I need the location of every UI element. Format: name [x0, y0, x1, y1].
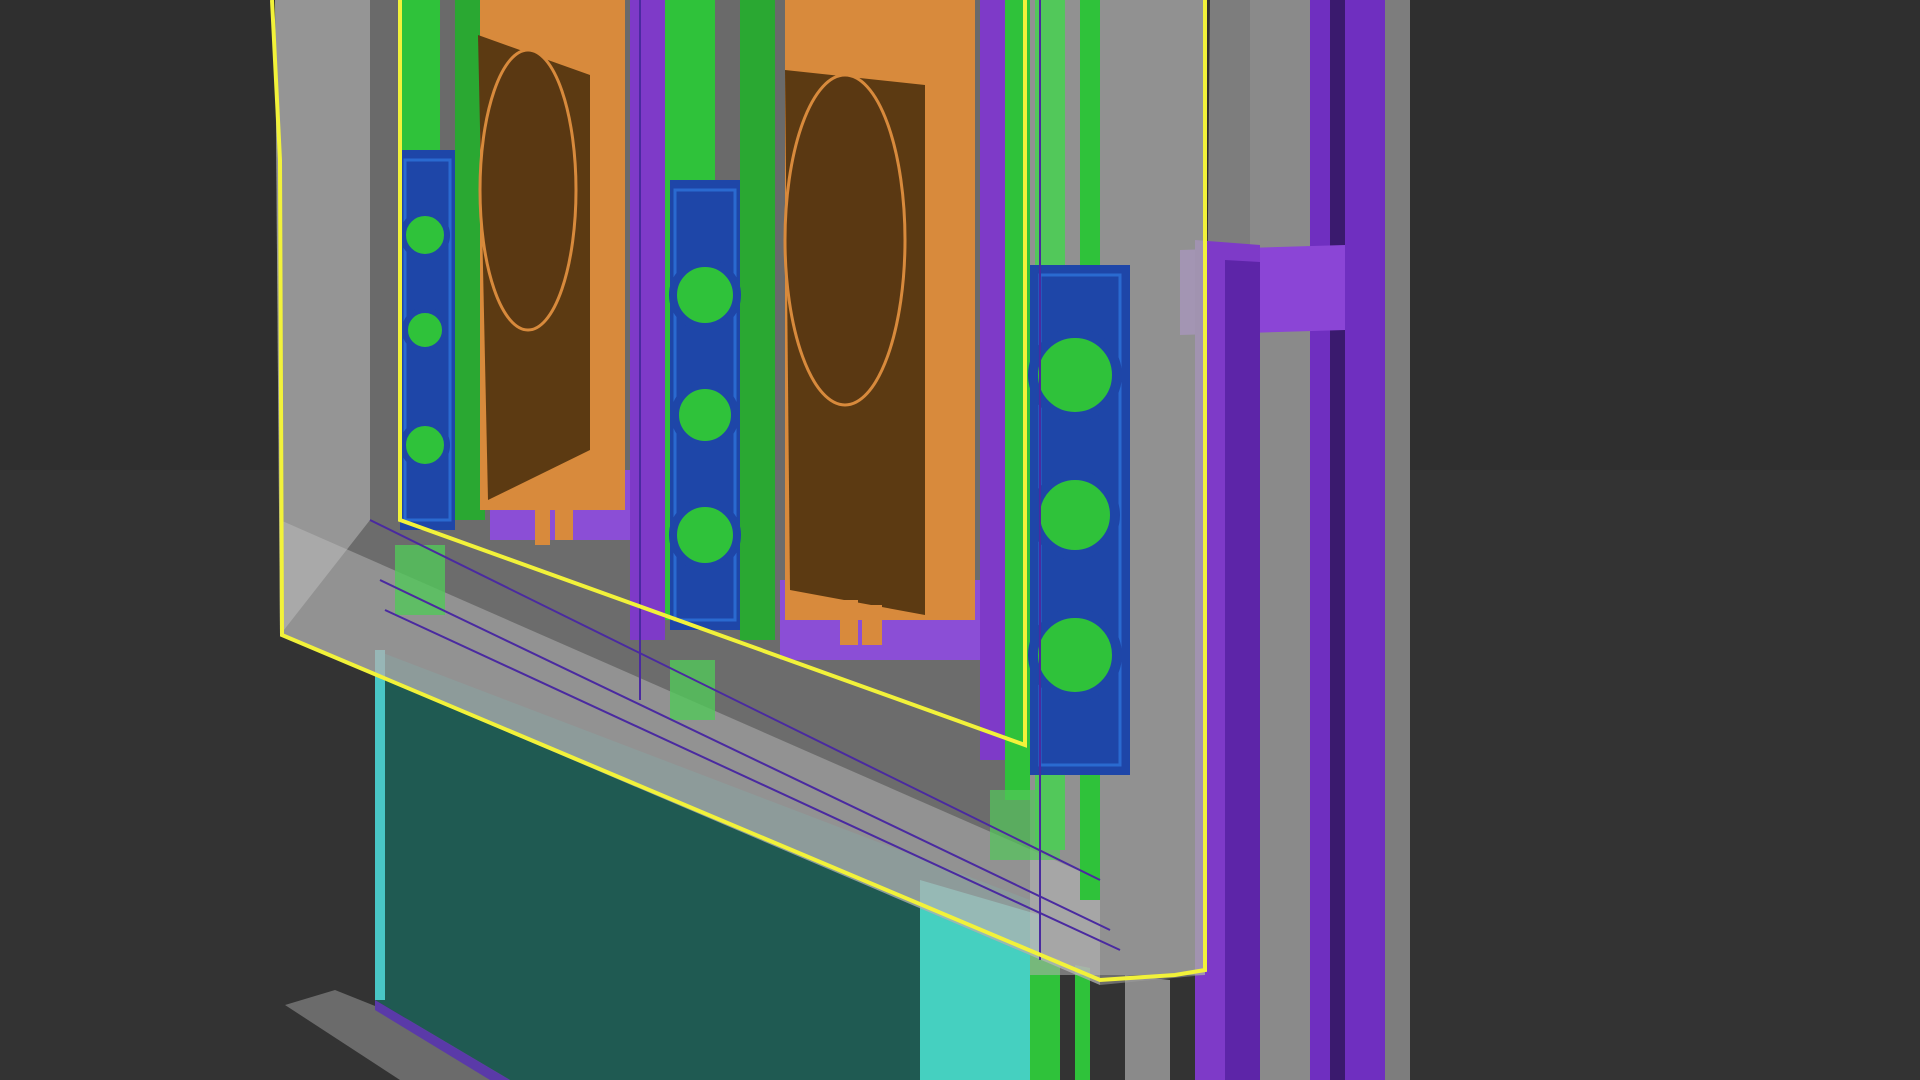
driver-icon [402, 307, 448, 353]
speaker-column-left[interactable] [400, 150, 455, 530]
driver-icon [1028, 608, 1122, 702]
subwoofer-left[interactable] [478, 0, 625, 545]
driver-icon [400, 210, 450, 260]
subwoofer-right[interactable] [783, 0, 975, 645]
speaker-column-right[interactable] [1028, 265, 1130, 775]
subwoofer-left-cone [478, 48, 578, 332]
3d-viewport[interactable] [0, 0, 1920, 1080]
speaker-column-center[interactable] [669, 180, 741, 630]
viewport-scene[interactable] [0, 0, 1920, 1080]
driver-icon [671, 381, 739, 449]
driver-icon [1030, 470, 1120, 560]
driver-icon [400, 420, 450, 470]
driver-icon [669, 499, 741, 571]
driver-icon [669, 259, 741, 331]
driver-icon [1028, 328, 1122, 422]
subwoofer-right-cone [783, 73, 907, 407]
gray-back-column-face [1250, 0, 1320, 1080]
